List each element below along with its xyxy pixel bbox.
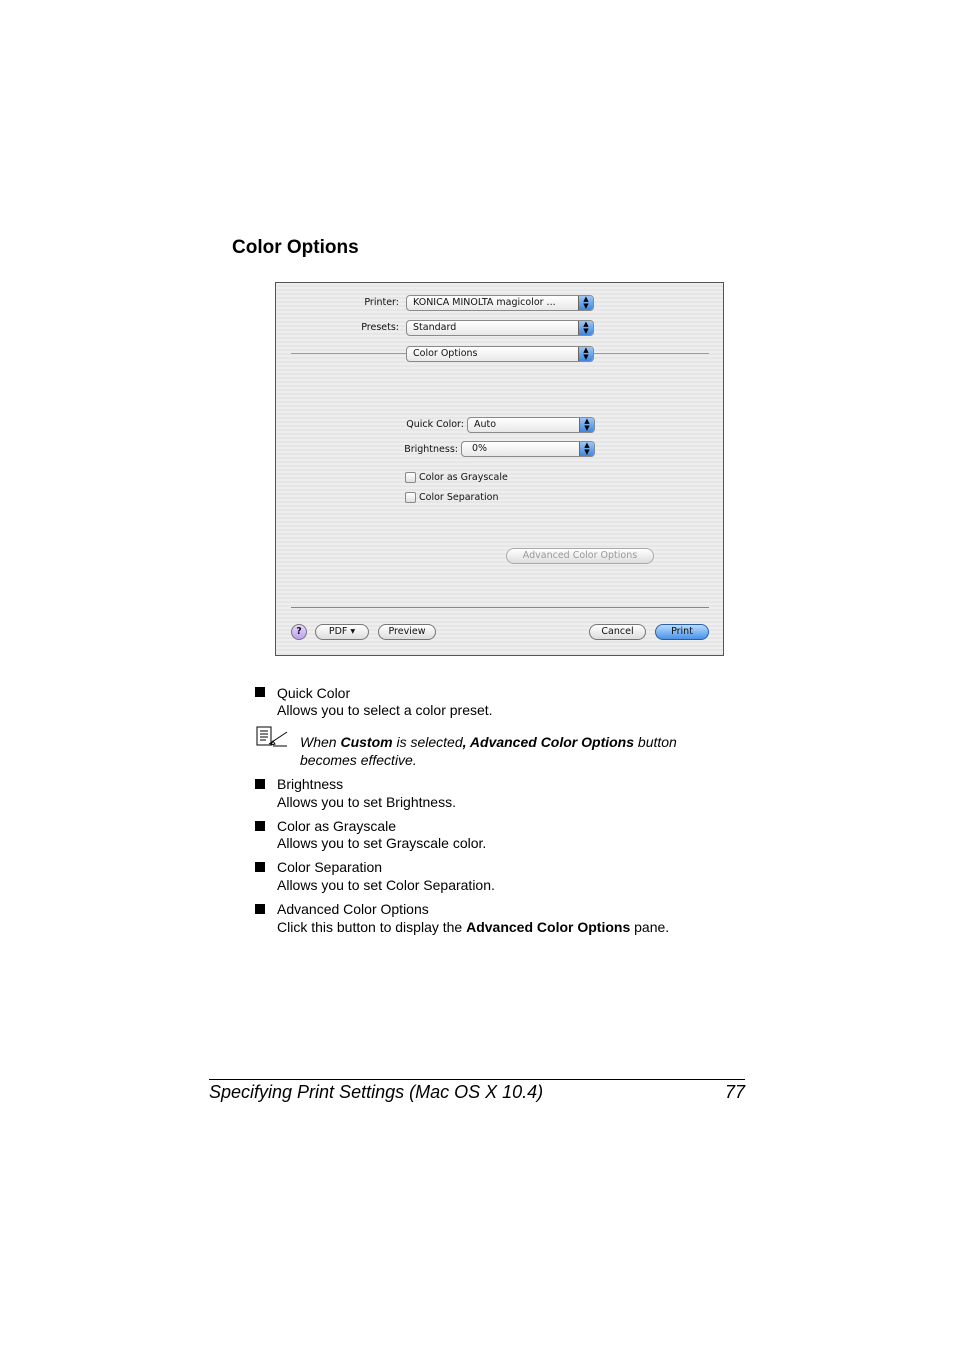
popup-arrows-icon: ▲ ▼ bbox=[578, 296, 593, 310]
note-line-2: becomes effective. bbox=[300, 752, 417, 768]
advanced-color-options-button[interactable]: Advanced Color Options bbox=[506, 548, 654, 564]
brightness-popup[interactable]: 0% ▲ ▼ bbox=[461, 441, 595, 457]
separation-checkbox[interactable] bbox=[405, 492, 416, 503]
item-title: Advanced Color Options bbox=[277, 901, 429, 917]
divider bbox=[291, 607, 709, 608]
note-icon bbox=[256, 726, 288, 747]
pdf-button[interactable]: PDF ▾ bbox=[315, 624, 369, 640]
quick-color-popup[interactable]: Auto ▲ ▼ bbox=[467, 417, 595, 433]
brightness-label: Brightness: bbox=[404, 444, 458, 455]
item-title: Color as Grayscale bbox=[277, 818, 397, 834]
item-title: Color Separation bbox=[277, 859, 383, 875]
printer-label: Printer: bbox=[364, 297, 399, 308]
quick-color-label: Quick Color: bbox=[406, 419, 464, 430]
footer-title: Specifying Print Settings (Mac OS X 10.4… bbox=[209, 1082, 544, 1102]
pane-popup[interactable]: Color Options ▲ ▼ bbox=[406, 346, 594, 362]
popup-arrows-icon: ▲ ▼ bbox=[578, 321, 593, 335]
print-dialog-screenshot: Printer: KONICA MINOLTA magicolor ... ▲ ▼ … bbox=[275, 282, 724, 656]
presets-popup[interactable]: Standard ▲ ▼ bbox=[406, 320, 594, 336]
note-line-1: When Custom is selected, Advanced Color … bbox=[300, 734, 677, 750]
separation-label: Color Separation bbox=[419, 492, 499, 503]
printer-popup[interactable]: KONICA MINOLTA magicolor ... ▲ ▼ bbox=[406, 295, 594, 311]
brightness-value: 0% bbox=[472, 443, 488, 454]
printer-value: KONICA MINOLTA magicolor ... bbox=[413, 297, 556, 308]
item-title: Brightness bbox=[277, 776, 344, 792]
print-button[interactable]: Print bbox=[655, 624, 709, 640]
presets-label: Presets: bbox=[361, 322, 399, 333]
bullet-icon bbox=[255, 779, 265, 789]
grayscale-label: Color as Grayscale bbox=[419, 472, 508, 483]
section-heading: Color Options bbox=[232, 237, 359, 258]
bullet-icon bbox=[255, 687, 265, 697]
preview-button[interactable]: Preview bbox=[378, 624, 436, 640]
item-title: Quick Color bbox=[277, 685, 351, 701]
item-desc: Allows you to set Grayscale color. bbox=[277, 835, 487, 851]
divider bbox=[291, 353, 406, 354]
page-number: 77 bbox=[724, 1082, 745, 1102]
quick-color-value: Auto bbox=[474, 419, 497, 430]
item-desc: Click this button to display the Advance… bbox=[277, 919, 670, 935]
item-desc: Allows you to set Color Separation. bbox=[277, 877, 495, 893]
popup-arrows-icon: ▲ ▼ bbox=[579, 418, 594, 432]
bullet-icon bbox=[255, 821, 265, 831]
grayscale-checkbox[interactable] bbox=[405, 472, 416, 483]
bullet-icon bbox=[255, 904, 265, 914]
popup-arrows-icon: ▲ ▼ bbox=[579, 442, 594, 456]
help-button[interactable]: ? bbox=[291, 624, 307, 640]
footer-rule bbox=[209, 1079, 745, 1080]
pane-value: Color Options bbox=[413, 348, 478, 359]
divider bbox=[594, 353, 709, 354]
presets-value: Standard bbox=[413, 322, 457, 333]
bullet-icon bbox=[255, 862, 265, 872]
cancel-button[interactable]: Cancel bbox=[589, 624, 646, 640]
item-desc: Allows you to select a color preset. bbox=[277, 702, 493, 718]
popup-arrows-icon: ▲ ▼ bbox=[578, 347, 593, 361]
item-desc: Allows you to set Brightness. bbox=[277, 794, 456, 810]
